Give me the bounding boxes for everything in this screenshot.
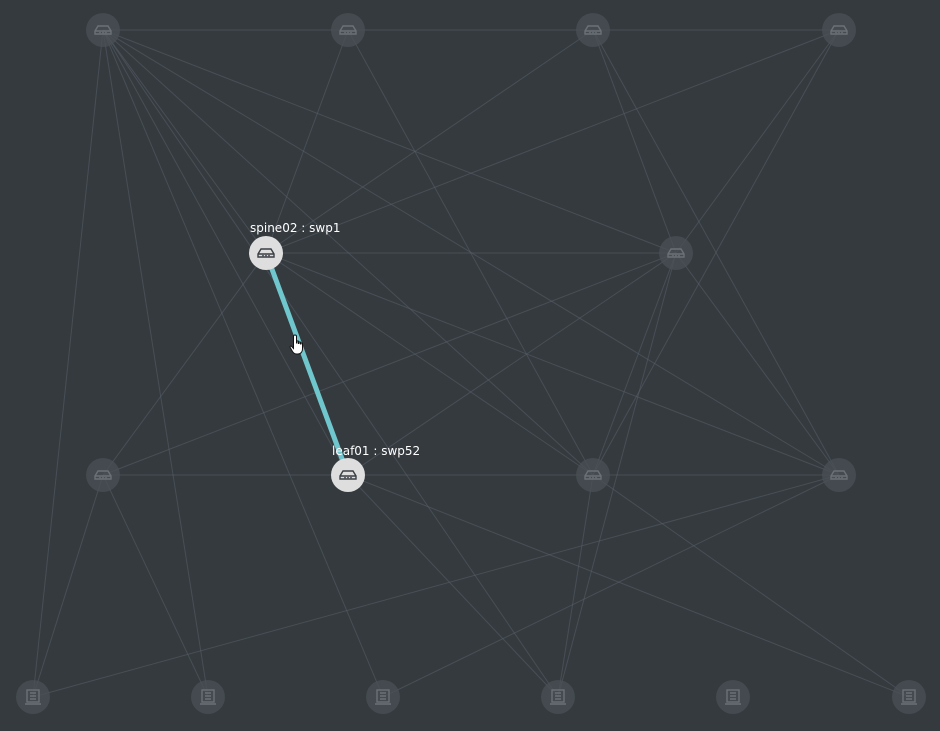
topology-edge[interactable]	[102, 29, 559, 698]
node-circle	[86, 458, 120, 492]
edge-layer	[32, 29, 910, 698]
switch-node[interactable]	[822, 13, 856, 47]
node-circle	[16, 680, 50, 714]
node-layer	[16, 13, 926, 714]
server-node[interactable]	[191, 680, 225, 714]
topology-edge[interactable]	[102, 252, 677, 476]
node-circle	[576, 13, 610, 47]
topology-edge[interactable]	[592, 474, 910, 698]
hand-pointer-icon	[289, 334, 303, 355]
topology-canvas[interactable]	[0, 0, 940, 731]
switch-node[interactable]	[822, 458, 856, 492]
node-circle	[541, 680, 575, 714]
server-node[interactable]	[366, 680, 400, 714]
node-circle	[366, 680, 400, 714]
switch-node[interactable]	[576, 458, 610, 492]
topology-edge[interactable]	[592, 252, 677, 476]
topology-edge[interactable]	[32, 29, 104, 698]
topology-edge[interactable]	[265, 252, 840, 476]
topology-edge[interactable]	[347, 252, 677, 476]
node-circle	[331, 13, 365, 47]
server-node[interactable]	[16, 680, 50, 714]
topology-edge[interactable]	[382, 474, 840, 698]
topology-edge[interactable]	[102, 29, 384, 698]
topology-edge[interactable]	[32, 474, 840, 698]
topology-edge[interactable]	[347, 474, 910, 698]
leaf01-port-label: leaf01 : swp52	[332, 444, 421, 458]
switch-node[interactable]	[576, 13, 610, 47]
node-circle	[331, 458, 365, 492]
switch-node[interactable]	[86, 458, 120, 492]
spine02-port-label: spine02 : swp1	[250, 221, 341, 235]
topology-edge[interactable]	[265, 29, 840, 254]
topology-edge[interactable]	[265, 29, 349, 254]
node-circle	[716, 680, 750, 714]
server-node[interactable]	[541, 680, 575, 714]
topology-edge[interactable]	[102, 29, 209, 698]
node-circle	[822, 458, 856, 492]
topology-edge[interactable]	[102, 29, 267, 254]
switch-node[interactable]	[86, 13, 120, 47]
node-circle	[86, 13, 120, 47]
node-circle	[249, 236, 283, 270]
node-leaf01[interactable]	[331, 458, 365, 492]
node-circle	[822, 13, 856, 47]
node-circle	[576, 458, 610, 492]
switch-node[interactable]	[659, 236, 693, 270]
node-spine02[interactable]	[249, 236, 283, 270]
server-node[interactable]	[892, 680, 926, 714]
server-node[interactable]	[716, 680, 750, 714]
topology-edge[interactable]	[32, 474, 104, 698]
node-circle	[191, 680, 225, 714]
topology-edge[interactable]	[347, 474, 559, 698]
node-circle	[892, 680, 926, 714]
node-circle	[659, 236, 693, 270]
active-link-spine02-leaf01[interactable]	[263, 250, 351, 478]
topology-edge[interactable]	[592, 29, 677, 254]
topology-edge[interactable]	[675, 252, 840, 476]
topology-edge[interactable]	[265, 252, 594, 476]
topology-edge[interactable]	[102, 29, 677, 254]
topology-edge[interactable]	[265, 29, 594, 254]
switch-node[interactable]	[331, 13, 365, 47]
topology-edge[interactable]	[102, 252, 267, 476]
topology-edge[interactable]	[675, 29, 840, 254]
